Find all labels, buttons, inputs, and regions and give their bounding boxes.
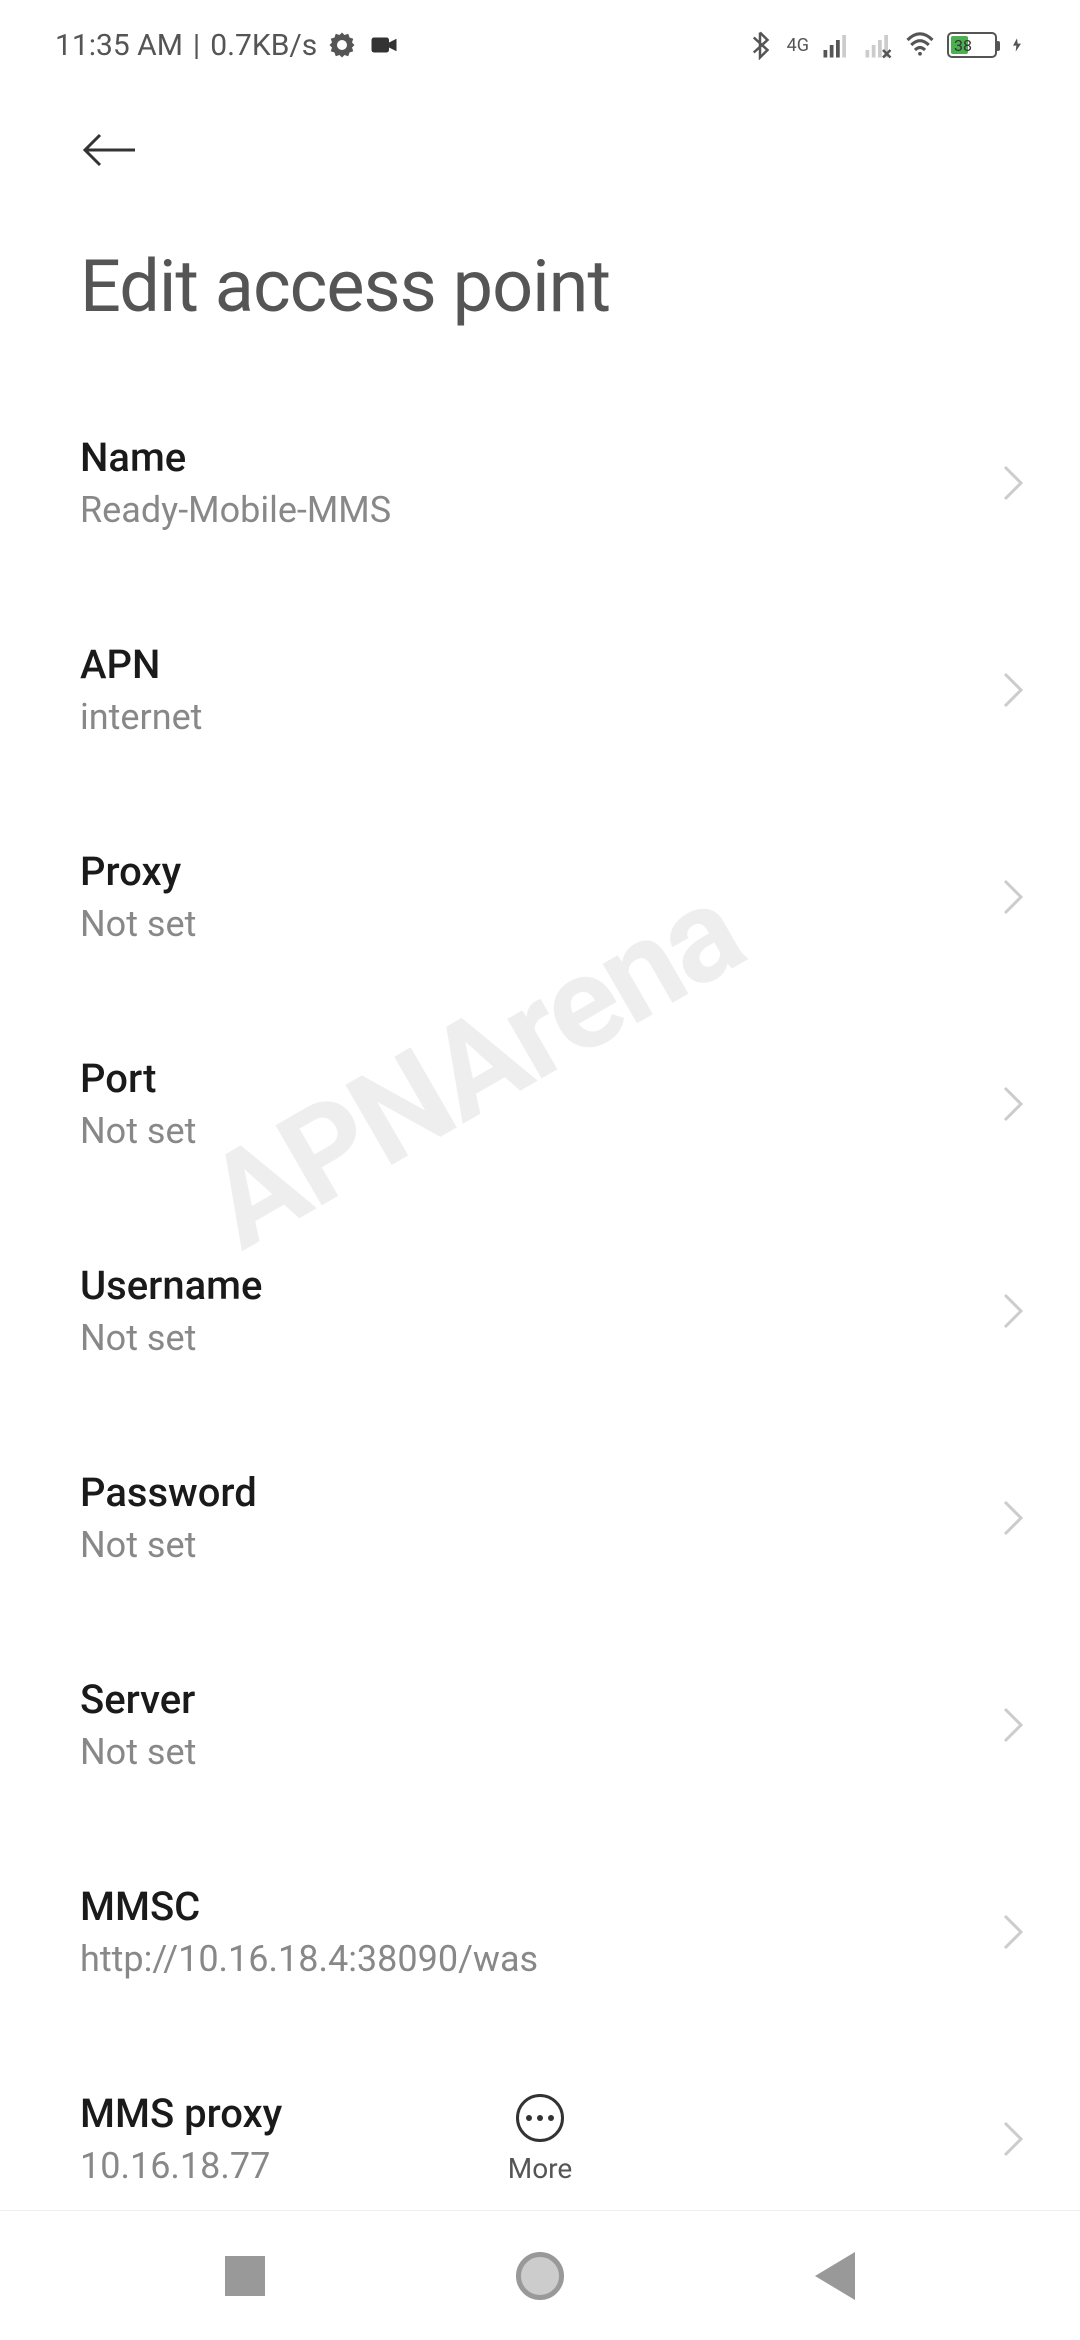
more-button[interactable]: More (0, 2094, 1080, 2185)
item-value: Not set (80, 1317, 1001, 1359)
item-content: Name Ready-Mobile-MMS (80, 434, 1001, 531)
gear-icon (327, 30, 357, 60)
item-content: Proxy Not set (80, 848, 1001, 945)
camera-icon (367, 30, 401, 60)
item-value: Not set (80, 903, 1001, 945)
settings-scroll[interactable]: Name Ready-Mobile-MMS APN internet Proxy… (0, 379, 1080, 2199)
wifi-icon (905, 30, 935, 60)
status-left: 11:35 AM | 0.7KB/s (55, 28, 401, 63)
chevron-right-icon (1001, 1291, 1025, 1331)
status-right: 4G 38 (745, 30, 1025, 60)
more-label: More (508, 2152, 573, 2185)
item-value: http://10.16.18.4:38090/was (80, 1938, 1001, 1980)
signal-icon-1 (821, 30, 851, 60)
nav-recent-button[interactable] (225, 2256, 265, 2296)
chevron-right-icon (1001, 670, 1025, 710)
item-value: Not set (80, 1110, 1001, 1152)
item-value: Not set (80, 1731, 1001, 1773)
item-title: Name (80, 434, 1001, 481)
settings-item-name[interactable]: Name Ready-Mobile-MMS (0, 379, 1080, 586)
item-content: Password Not set (80, 1469, 1001, 1566)
chevron-right-icon (1001, 1705, 1025, 1745)
nav-home-button[interactable] (516, 2252, 564, 2300)
settings-list: Name Ready-Mobile-MMS APN internet Proxy… (0, 379, 1080, 2199)
item-content: MMSC http://10.16.18.4:38090/was (80, 1883, 1001, 1980)
item-value: Not set (80, 1524, 1001, 1566)
item-content: APN internet (80, 641, 1001, 738)
status-sep: | (193, 28, 200, 63)
item-value: Ready-Mobile-MMS (80, 489, 1001, 531)
back-button[interactable] (0, 90, 1080, 194)
item-title: Proxy (80, 848, 1001, 895)
chevron-right-icon (1001, 1084, 1025, 1124)
chevron-right-icon (1001, 463, 1025, 503)
nav-bar (0, 2210, 1080, 2340)
settings-item-server[interactable]: Server Not set (0, 1621, 1080, 1828)
item-content: Port Not set (80, 1055, 1001, 1152)
settings-item-password[interactable]: Password Not set (0, 1414, 1080, 1621)
settings-item-apn[interactable]: APN internet (0, 586, 1080, 793)
arrow-left-icon (80, 130, 140, 170)
battery-percent: 38 (954, 36, 972, 55)
chevron-right-icon (1001, 1498, 1025, 1538)
nav-back-button[interactable] (815, 2252, 855, 2300)
network-type: 4G (787, 35, 809, 56)
item-value: internet (80, 696, 1001, 738)
item-title: Password (80, 1469, 1001, 1516)
status-time: 11:35 AM (55, 28, 183, 63)
more-icon (516, 2094, 564, 2142)
settings-item-proxy[interactable]: Proxy Not set (0, 793, 1080, 1000)
chevron-right-icon (1001, 1912, 1025, 1952)
chevron-right-icon (1001, 877, 1025, 917)
settings-item-port[interactable]: Port Not set (0, 1000, 1080, 1207)
battery-icon: 38 (947, 32, 997, 58)
settings-item-mmsc[interactable]: MMSC http://10.16.18.4:38090/was (0, 1828, 1080, 2035)
signal-icon-2 (863, 30, 893, 60)
status-speed: 0.7KB/s (210, 28, 317, 63)
bluetooth-icon (745, 30, 775, 60)
item-content: Server Not set (80, 1676, 1001, 1773)
page-title: Edit access point (0, 194, 1080, 379)
settings-item-username[interactable]: Username Not set (0, 1207, 1080, 1414)
charging-icon (1009, 30, 1025, 60)
item-title: Port (80, 1055, 1001, 1102)
item-content: Username Not set (80, 1262, 1001, 1359)
item-title: MMSC (80, 1883, 1001, 1930)
item-title: Server (80, 1676, 1001, 1723)
status-bar: 11:35 AM | 0.7KB/s 4G (0, 0, 1080, 90)
item-title: Username (80, 1262, 1001, 1309)
item-title: APN (80, 641, 1001, 688)
